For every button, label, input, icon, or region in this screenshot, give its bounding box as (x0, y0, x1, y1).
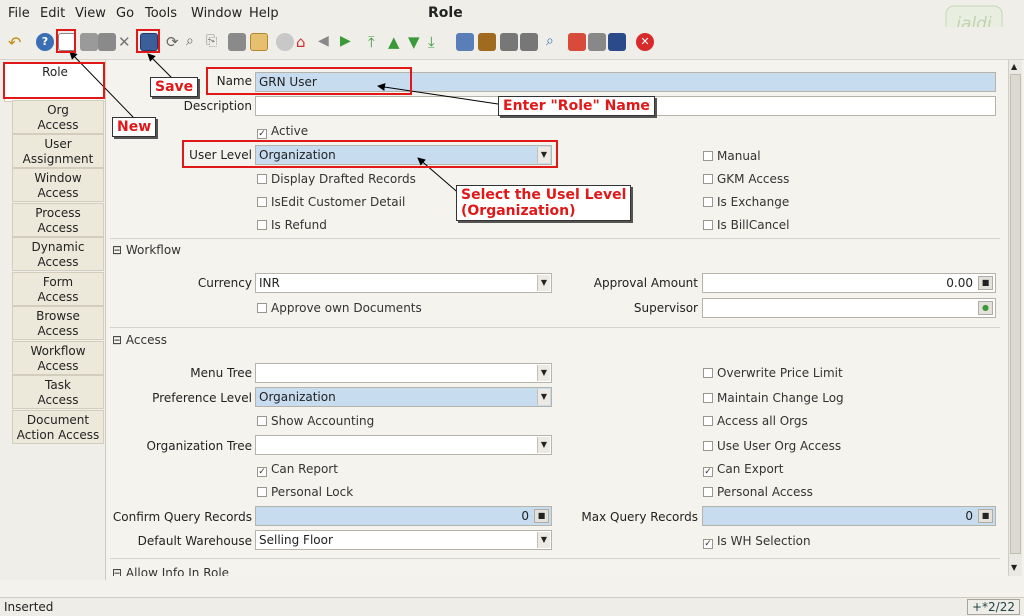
annotation-select-level-label: Select the Usel Level (Organization) (456, 185, 632, 221)
status-bar: Inserted +*2/22 (0, 597, 1024, 616)
annotation-user-level-box (182, 140, 558, 168)
annotation-role-tab-box (3, 62, 105, 99)
annotation-save-box (136, 29, 160, 53)
annotation-new-box (56, 29, 76, 53)
annotation-save-label: Save (150, 77, 199, 97)
annotation-enter-role-label: Enter "Role" Name (498, 96, 655, 116)
annotation-line: (Organization) (461, 203, 576, 219)
record-position[interactable]: +*2/22 (966, 599, 1020, 615)
annotation-new-label: New (112, 117, 157, 137)
annotation-name-box (206, 67, 412, 95)
annotation-line: Select the Usel Level (461, 187, 627, 203)
status-text: Inserted (4, 600, 54, 614)
